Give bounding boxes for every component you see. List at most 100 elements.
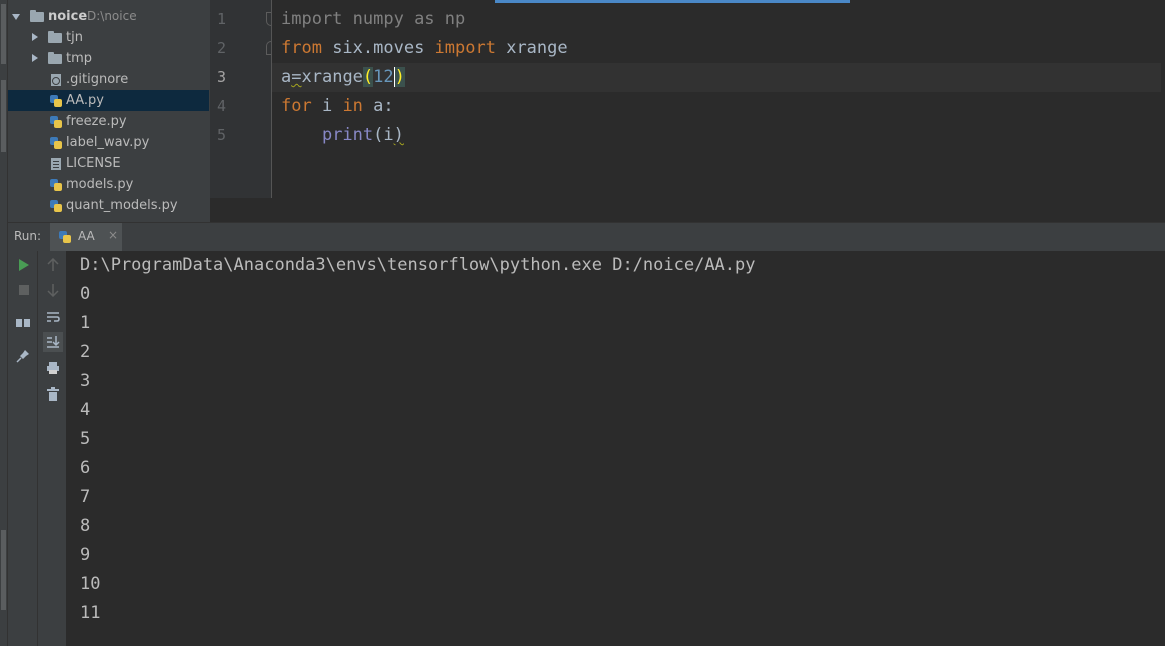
console-output-line: 10 [80,574,101,594]
scroll-up-button[interactable] [43,255,63,275]
assign-operator: = [291,67,302,87]
console-output-line: 4 [80,400,91,420]
rerun-button[interactable] [13,255,33,275]
console-output-line: 11 [80,603,101,623]
favorites-tool-tab[interactable] [1,80,6,152]
function-call: xrange [301,67,363,87]
line-number: 1 [216,10,226,28]
line-number: 2 [216,39,226,57]
python-file-icon [50,137,62,149]
console-output-line: 5 [80,429,91,449]
printer-icon [47,362,59,374]
editor-gutter: 1 2 3 4 5 [210,0,278,198]
restore-layout-button[interactable] [13,313,33,333]
keyword-in: in [342,96,363,116]
tree-item-label: tjn [66,30,83,45]
tree-item-tmp[interactable]: tmp [8,48,210,69]
console-output-line: 9 [80,545,91,565]
text-file-icon [51,158,61,170]
loop-iterable: a: [362,96,394,116]
structure-tool-tab[interactable] [1,530,6,610]
clear-all-button[interactable] [43,384,63,404]
console-output-line: 6 [80,458,91,478]
console-output-line: 3 [80,371,91,391]
keyword-for: for [281,96,312,116]
code-line-5: print(i) [281,121,1161,150]
tree-item-label: .gitignore [66,72,129,87]
active-tab-indicator [495,0,850,3]
console-output-line: 7 [80,487,91,507]
console-output-line: 1 [80,313,91,333]
loop-variable: i [311,96,343,116]
tree-item-label: quant_models.py [66,198,178,213]
line-number: 5 [216,126,226,144]
root-folder-name: noice [48,9,88,24]
code-line-3: a=xrange(12) [272,63,1161,92]
arrow-up-icon [47,257,59,271]
tree-item-aa-py[interactable]: AA.py [8,90,210,111]
paren-open: ( [362,67,374,87]
code-editor[interactable]: import numpy as np from six.moves import… [272,0,1165,198]
tree-item-gitignore[interactable]: .gitignore [8,69,210,90]
chevron-down-icon[interactable] [12,14,20,20]
scroll-down-button[interactable] [43,280,63,300]
project-tree: noice D:\noice tjn tmp .gitignore AA.py … [8,0,210,222]
console-command: D:\ProgramData\Anaconda3\envs\tensorflow… [80,255,756,275]
trash-icon [47,387,59,401]
folder-icon [48,31,62,43]
tree-item-freeze-py[interactable]: freeze.py [8,111,210,132]
import-target: numpy as np [342,9,466,29]
soft-wrap-button[interactable] [43,307,63,327]
builtin-print: print [321,125,374,145]
run-label: Run: [14,229,42,243]
paren-open: ( [373,125,384,145]
python-file-icon [50,116,62,128]
scroll-to-end-button[interactable] [43,332,63,352]
tree-root-noice[interactable]: noice D:\noice [8,6,210,27]
tree-item-label: AA.py [66,93,104,108]
chevron-right-icon[interactable] [32,33,38,41]
close-icon[interactable]: × [108,228,118,242]
soft-wrap-icon [47,312,60,322]
tree-item-license[interactable]: LICENSE [8,153,210,174]
tree-item-label: tmp [66,51,93,66]
tree-item-label: freeze.py [66,114,127,129]
tree-item-label-wav-py[interactable]: label_wav.py [8,132,210,153]
tree-item-label: models.py [66,177,134,192]
tree-item-label: LICENSE [66,156,121,171]
keyword-from: from [281,38,322,58]
folder-icon [30,10,44,22]
run-toolbar-secondary [37,251,67,646]
root-folder-path: D:\noice [87,9,137,23]
run-tab-label: AA [78,229,95,243]
chevron-right-icon[interactable] [32,54,38,62]
project-tool-tab[interactable] [1,4,6,64]
folder-icon [48,52,62,64]
pin-tab-button[interactable] [13,346,33,366]
variable-a: a [281,67,292,87]
line-number-current: 3 [216,68,226,86]
tree-item-tjn[interactable]: tjn [8,27,210,48]
print-button[interactable] [43,358,63,378]
tool-window-strip [0,0,8,646]
python-file-icon [50,200,62,212]
python-file-icon [50,179,62,191]
argument: i [383,125,394,145]
line-number: 4 [216,97,226,115]
paren-close: ) [393,125,404,145]
stop-icon [19,285,29,295]
tree-item-quant-models-py[interactable]: quant_models.py [8,195,210,216]
run-console[interactable]: D:\ProgramData\Anaconda3\envs\tensorflow… [66,251,1165,646]
run-tab-aa[interactable]: AA × [50,223,122,251]
code-line-2: from six.moves import xrange [281,34,1161,63]
paren-close: ) [394,67,405,87]
tree-item-models-py[interactable]: models.py [8,174,210,195]
import-name: xrange [495,38,568,58]
pin-icon [16,350,29,363]
tree-item-label: label_wav.py [66,135,150,150]
scroll-to-end-icon [47,336,60,348]
console-output-line: 8 [80,516,91,536]
code-line-1: import numpy as np [281,5,1161,34]
stop-button[interactable] [13,280,33,300]
